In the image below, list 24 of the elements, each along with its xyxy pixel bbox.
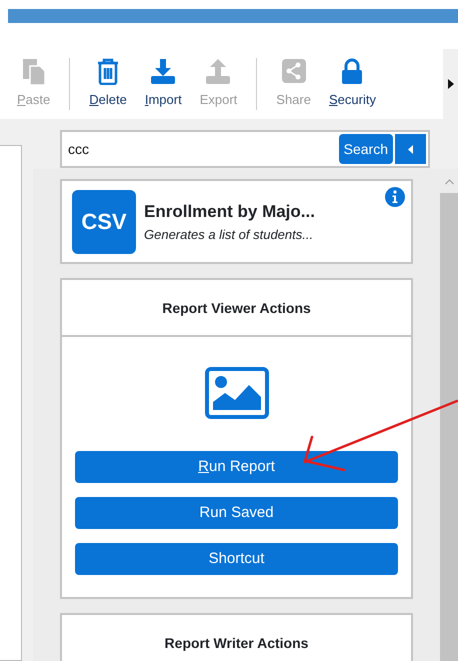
toolbar-overflow[interactable] xyxy=(443,49,458,119)
report-title: Enrollment by Majo... xyxy=(144,201,315,223)
image-icon xyxy=(204,367,268,419)
report-description: Generates a list of students... xyxy=(144,226,314,244)
upload-icon xyxy=(205,58,232,85)
download-icon xyxy=(150,58,176,85)
toolbar-button[interactable]: Security xyxy=(320,58,385,110)
toolbar-button[interactable]: Import xyxy=(136,58,191,110)
csv-badge: CSV xyxy=(72,190,136,254)
action-button[interactable]: Run Saved xyxy=(75,497,398,529)
scroll-up-icon[interactable] xyxy=(444,179,454,185)
paste-icon xyxy=(20,58,47,85)
action-button[interactable]: Run Report xyxy=(75,451,398,483)
caret-icon xyxy=(448,79,454,89)
panel-title: Report Writer Actions xyxy=(62,615,411,661)
panel-title: Report Viewer Actions xyxy=(62,280,411,337)
toolbar-button[interactable]: Delete xyxy=(80,58,136,110)
share-icon xyxy=(280,58,307,85)
search-button[interactable]: Search xyxy=(338,134,393,164)
action-button[interactable]: Shortcut xyxy=(75,543,398,575)
search-field[interactable]: ccc Search xyxy=(60,130,430,168)
caret-icon xyxy=(408,144,413,154)
info-icon[interactable] xyxy=(385,187,405,207)
collapse-button[interactable] xyxy=(395,134,426,164)
